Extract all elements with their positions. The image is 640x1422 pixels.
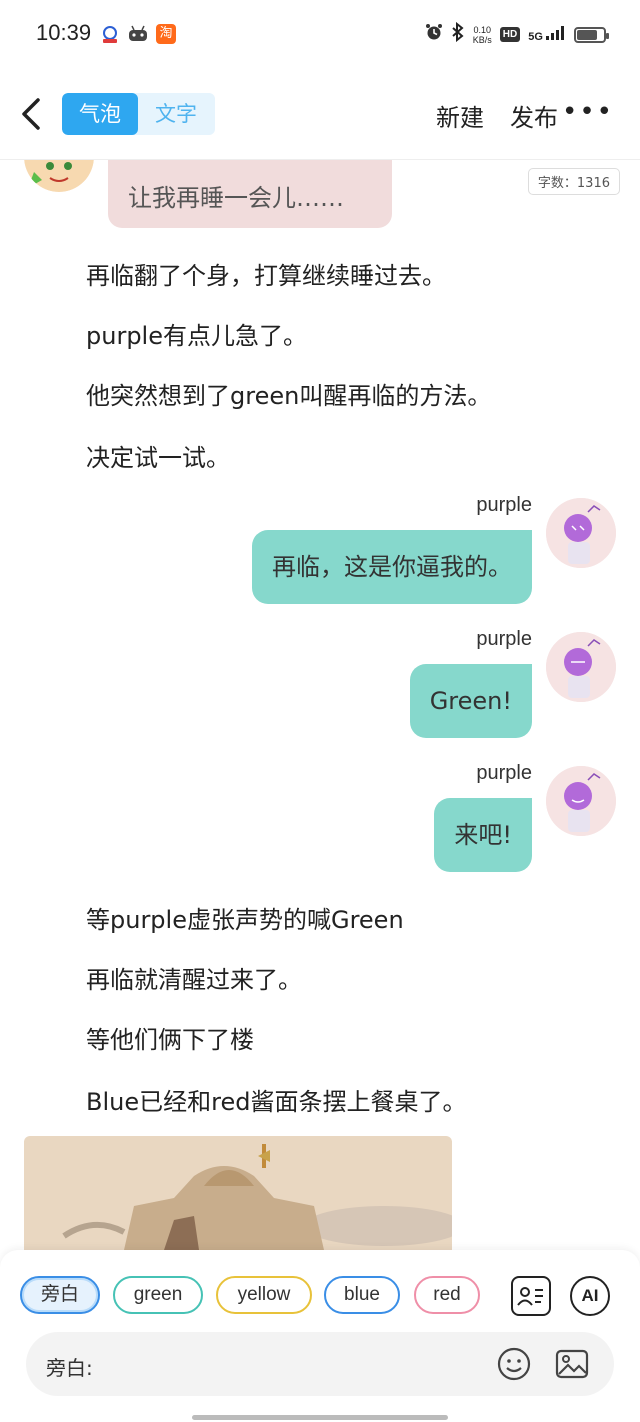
- speech-bubble-right[interactable]: 再临，这是你逼我的。: [252, 530, 532, 604]
- narration-line[interactable]: Blue已经和red酱面条摆上餐桌了。: [86, 1082, 466, 1117]
- battery-cap: [606, 32, 609, 39]
- bluetooth-icon: [451, 21, 465, 47]
- role-chip-blue[interactable]: blue: [324, 1276, 400, 1314]
- status-time: 10:39: [36, 20, 92, 45]
- publish-button[interactable]: 发布: [510, 98, 558, 133]
- alarm-icon: [425, 23, 443, 46]
- image-button[interactable]: [554, 1346, 590, 1382]
- tab-bubble[interactable]: 气泡: [62, 93, 138, 135]
- net-speed-unit: KB/s: [472, 34, 492, 45]
- ai-button[interactable]: AI: [570, 1276, 610, 1316]
- speech-bubble-left[interactable]: 让我再睡一会儿……: [108, 160, 392, 228]
- battery-fill: [577, 29, 597, 40]
- composer-panel: 旁白 green yellow blue red AI 旁白:: [0, 1250, 640, 1422]
- taobao-icon: 淘: [156, 24, 176, 44]
- message-sender-name: purple: [476, 762, 532, 784]
- role-chip-red[interactable]: red: [414, 1276, 480, 1314]
- speech-bubble-right[interactable]: Green!: [409, 664, 532, 738]
- narration-line[interactable]: 等他们俩下了楼: [86, 1020, 254, 1055]
- baidu-icon: [100, 24, 120, 44]
- net-speed: 0.10 KB/s: [473, 25, 492, 45]
- emoji-button[interactable]: [496, 1346, 532, 1382]
- smiley-icon: [497, 1347, 531, 1381]
- narration-line[interactable]: 再临翻了个身，打算继续睡过去。: [86, 256, 446, 291]
- signal-icon: 5G: [528, 26, 566, 43]
- role-chip-narrator[interactable]: 旁白: [20, 1276, 100, 1314]
- avatar-purple[interactable]: [546, 766, 616, 836]
- role-chip-green[interactable]: green: [113, 1276, 203, 1314]
- signal-label: 5G: [528, 31, 543, 43]
- message-sender-name: purple: [476, 494, 532, 516]
- status-bar: 10:39 淘 0.10 KB/s HD 5G: [0, 0, 640, 70]
- narration-line[interactable]: 决定试一试。: [86, 438, 230, 473]
- narration-line[interactable]: 再临就清醒过来了。: [86, 960, 302, 995]
- more-options-button[interactable]: •••: [562, 99, 614, 125]
- narration-line[interactable]: 等purple虚张声势的喊Green: [86, 900, 404, 935]
- net-speed-value: 0.10: [473, 24, 492, 35]
- tab-text[interactable]: 文字: [138, 93, 214, 135]
- input-role-prefix: 旁白:: [46, 1356, 93, 1380]
- mode-toggle: 气泡 文字: [62, 93, 215, 135]
- home-indicator[interactable]: [192, 1415, 448, 1420]
- narration-line[interactable]: purple有点儿急了。: [86, 316, 307, 351]
- status-app-icons: 淘: [100, 24, 176, 44]
- message-input-bar: 旁白:: [26, 1332, 614, 1396]
- back-button[interactable]: [18, 94, 50, 134]
- story-image[interactable]: [24, 1136, 452, 1250]
- battery-icon: [574, 26, 609, 43]
- narration-line[interactable]: 他突然想到了green叫醒再临的方法。: [86, 376, 491, 411]
- word-count-badge: 字数：1316: [527, 168, 620, 195]
- role-selector: 旁白 green yellow blue red AI: [20, 1276, 620, 1316]
- story-content: 让我再睡一会儿…… 字数：1316 再临翻了个身，打算继续睡过去。 purple…: [0, 160, 640, 1250]
- new-button[interactable]: 新建: [436, 98, 484, 133]
- avatar-purple[interactable]: [546, 498, 616, 568]
- game-icon: [128, 24, 148, 44]
- role-chip-yellow[interactable]: yellow: [216, 1276, 312, 1314]
- contact-card-icon: [517, 1287, 543, 1306]
- image-icon: [555, 1349, 589, 1379]
- top-nav-bar: 气泡 文字 新建 发布 •••: [0, 70, 640, 160]
- speech-bubble-right[interactable]: 来吧!: [434, 798, 532, 872]
- message-sender-name: purple: [476, 628, 532, 650]
- avatar-left[interactable]: [24, 160, 94, 192]
- character-list-button[interactable]: [511, 1276, 551, 1316]
- message-input[interactable]: [116, 1344, 476, 1384]
- chevron-left-icon: [22, 98, 40, 130]
- hd-badge: HD: [499, 27, 521, 42]
- status-indicators: 0.10 KB/s HD 5G: [425, 21, 609, 47]
- avatar-purple[interactable]: [546, 632, 616, 702]
